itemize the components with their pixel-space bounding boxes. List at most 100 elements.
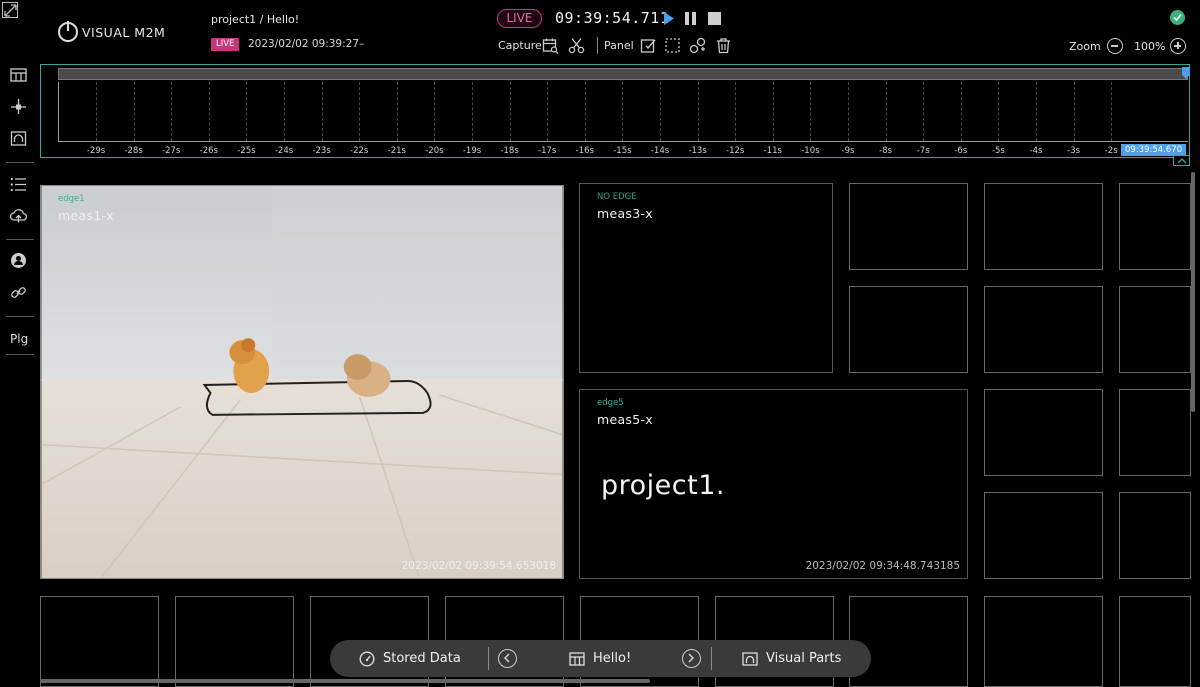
empty-panel[interactable] bbox=[984, 596, 1103, 687]
panel-edit-icon[interactable] bbox=[640, 37, 657, 54]
hierarchy-icon[interactable] bbox=[10, 98, 27, 115]
timeline-tick-line bbox=[96, 82, 97, 141]
empty-panel[interactable] bbox=[984, 389, 1103, 476]
bottom-bar-divider bbox=[711, 647, 712, 670]
empty-panel[interactable] bbox=[849, 286, 968, 373]
capture-label: Capture bbox=[498, 39, 542, 52]
visual-parts-icon bbox=[742, 651, 758, 666]
timeline-tick-line bbox=[998, 82, 1000, 141]
timeline-tick-line bbox=[735, 82, 737, 141]
timeline-tick-line bbox=[1111, 82, 1113, 141]
pause-icon[interactable] bbox=[684, 12, 698, 25]
timeline-scrubber-track[interactable] bbox=[58, 68, 1188, 80]
dashboard-icon bbox=[569, 651, 585, 666]
dashboard-button[interactable]: Hello! bbox=[569, 640, 631, 677]
user-icon[interactable] bbox=[10, 252, 27, 269]
empty-panel[interactable] bbox=[849, 596, 968, 687]
empty-panel[interactable] bbox=[1119, 286, 1191, 373]
visual-parts-button[interactable]: Visual Parts bbox=[742, 640, 841, 677]
vertical-scrollbar[interactable] bbox=[1191, 172, 1195, 412]
timeline-tick-line bbox=[697, 82, 699, 141]
empty-panel[interactable] bbox=[1119, 596, 1191, 687]
visual-parts-icon[interactable] bbox=[10, 130, 27, 147]
brand-logo: VISUAL M2M bbox=[58, 20, 165, 44]
camera-panel[interactable]: edge1 meas1-x 2023/02/02 09:39:54.653018 bbox=[40, 185, 564, 579]
panel-link-icon[interactable] bbox=[689, 37, 706, 54]
collapse-timeline-icon[interactable] bbox=[1173, 155, 1190, 166]
live-start-datetime: 2023/02/02 09:39:27– bbox=[248, 38, 365, 50]
scissors-icon[interactable] bbox=[568, 37, 585, 54]
breadcrumb[interactable]: project1 / Hello! bbox=[211, 13, 299, 26]
timeline-tick-line bbox=[509, 82, 511, 141]
meas5-panel[interactable]: edge5 meas5-x project1. 2023/02/02 09:34… bbox=[579, 389, 968, 579]
zoom-label: Zoom bbox=[1069, 40, 1101, 53]
next-dashboard-icon[interactable] bbox=[682, 649, 701, 668]
sidebar-divider bbox=[6, 316, 34, 317]
empty-panel[interactable] bbox=[984, 183, 1103, 270]
dashboard-icon[interactable] bbox=[10, 67, 27, 84]
timeline-axis bbox=[58, 82, 59, 142]
visual-parts-label: Visual Parts bbox=[766, 651, 842, 666]
logo-icon bbox=[58, 21, 78, 42]
expand-icon[interactable] bbox=[2, 2, 18, 18]
toolbar-divider bbox=[597, 37, 598, 54]
live-button[interactable]: LIVE bbox=[497, 9, 542, 28]
timeline-tick-label: -10s bbox=[801, 146, 820, 156]
stored-data-button[interactable]: Stored Data bbox=[359, 640, 461, 677]
timeline-tick-label: -7s bbox=[916, 146, 930, 156]
cloud-upload-icon[interactable] bbox=[9, 207, 28, 224]
meas3-panel[interactable]: NO EDGE meas3-x bbox=[579, 183, 833, 373]
stored-data-label: Stored Data bbox=[383, 651, 461, 666]
trash-icon[interactable] bbox=[715, 37, 732, 54]
timeline-axis bbox=[58, 141, 1188, 142]
app-window: VISUAL M2M project1 / Hello! LIVE 2023/0… bbox=[0, 0, 1200, 687]
timeline-tick-line bbox=[396, 82, 398, 141]
empty-panel[interactable] bbox=[175, 596, 294, 687]
empty-panel[interactable] bbox=[1119, 492, 1191, 579]
plugin-label[interactable]: Plg bbox=[10, 332, 28, 346]
zoom-level: 100% bbox=[1134, 40, 1166, 53]
horizontal-scrollbar[interactable] bbox=[40, 679, 650, 683]
timeline-tick-label: -4s bbox=[1029, 146, 1043, 156]
timeline-tick-line bbox=[321, 82, 323, 141]
sidebar-divider bbox=[6, 239, 34, 240]
timeline-tick-label: -6s bbox=[954, 146, 968, 156]
timeline-tick-label: -5s bbox=[991, 146, 1005, 156]
capture-calendar-icon[interactable] bbox=[542, 37, 559, 54]
timeline-tick-line bbox=[284, 82, 285, 141]
timeline-tick-label: -27s bbox=[162, 146, 181, 156]
live-badge: LIVE bbox=[211, 38, 240, 51]
link-icon[interactable] bbox=[10, 284, 27, 301]
sidebar-divider bbox=[6, 162, 34, 163]
empty-panel[interactable] bbox=[40, 596, 159, 687]
play-icon[interactable] bbox=[662, 11, 676, 26]
list-icon[interactable] bbox=[10, 176, 27, 193]
previous-dashboard-icon[interactable] bbox=[498, 649, 517, 668]
timeline-tick-line bbox=[1073, 82, 1075, 141]
timeline-tick-label: -9s bbox=[841, 146, 855, 156]
empty-panel[interactable] bbox=[1119, 389, 1191, 476]
bottom-nav-bar: Stored Data Hello! Visual Parts bbox=[330, 640, 871, 677]
stop-icon[interactable] bbox=[708, 12, 721, 25]
timeline-tick-label: -11s bbox=[763, 146, 782, 156]
timeline-tick-line bbox=[359, 82, 361, 141]
camera-image bbox=[41, 186, 563, 578]
timeline-tick-label: -13s bbox=[688, 146, 707, 156]
empty-panel[interactable] bbox=[1119, 183, 1191, 270]
timeline[interactable]: -29s -28s -27s -26s -25s -24s -23s -22s -21s -20s… bbox=[40, 64, 1190, 158]
zoom-out-icon[interactable] bbox=[1107, 38, 1123, 54]
select-area-icon[interactable] bbox=[664, 37, 681, 54]
empty-panel[interactable] bbox=[984, 492, 1103, 579]
timeline-tick-line bbox=[584, 82, 586, 141]
zoom-in-icon[interactable] bbox=[1170, 38, 1186, 54]
timeline-tick-label: -19s bbox=[462, 146, 482, 156]
gauge-icon bbox=[359, 650, 375, 667]
timeline-tick-line bbox=[246, 82, 248, 141]
timeline-tick-line bbox=[1036, 82, 1037, 141]
bottom-bar-divider bbox=[488, 647, 489, 670]
timeline-tick-line bbox=[660, 82, 661, 141]
timeline-tick-label: -18s bbox=[500, 146, 519, 156]
empty-panel[interactable] bbox=[984, 286, 1103, 373]
empty-panel[interactable] bbox=[849, 183, 968, 270]
timeline-tick-label: -26s bbox=[199, 146, 218, 156]
